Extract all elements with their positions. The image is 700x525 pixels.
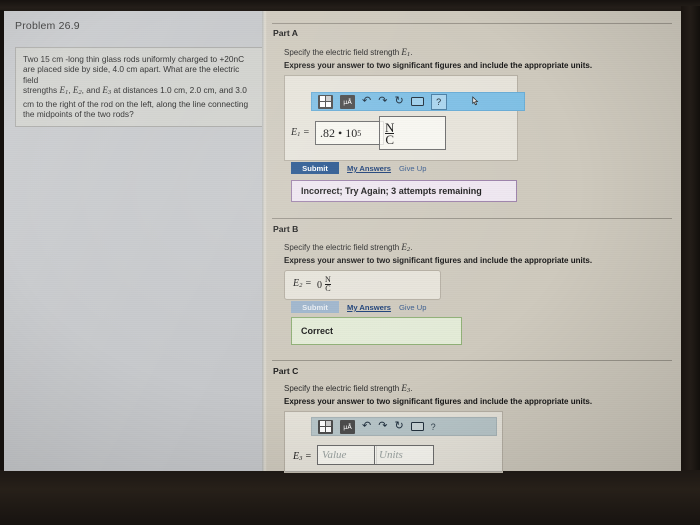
keyboard-icon[interactable] <box>410 422 424 431</box>
part-c-symbol: E3 <box>401 383 411 394</box>
problem-line-3-suffix: at distances 1.0 cm, 2.0 cm, and 3.0 <box>111 85 247 96</box>
part-a-question: Specify the electric field strength E1. <box>284 47 412 58</box>
part-a-give-up-link[interactable]: Give Up <box>399 164 426 173</box>
part-c-heading: Part C <box>273 366 299 376</box>
symbol-e3: E3 <box>102 85 112 97</box>
part-b-heading: Part B <box>273 224 299 234</box>
monitor-bezel-bottom <box>0 470 700 525</box>
part-c-value-input[interactable]: Value <box>317 445 377 465</box>
help-button[interactable]: ? <box>430 93 447 110</box>
part-c-toolbar[interactable]: μÅ ↶ ↷ ↻ ? <box>311 417 497 436</box>
problem-line-1: Two 15 cm -long thin glass rods uniforml… <box>23 54 245 64</box>
part-a-value-text: .82 • 10 <box>320 125 358 140</box>
part-a-question-text: Specify the electric field strength <box>284 48 402 57</box>
problem-sidebar: Problem 26.9 Two 15 cm -long thin glass … <box>4 11 264 471</box>
divider-part-b <box>272 218 672 219</box>
page-title: Problem 26.9 <box>15 20 80 32</box>
part-b-answer-label: E2 = <box>293 278 312 289</box>
part-b-submit-button: Submit <box>291 301 339 313</box>
part-a-symbol: E1 <box>401 47 411 58</box>
units-icon[interactable]: μÅ <box>340 94 355 109</box>
part-b-instruction: Express your answer to two significant f… <box>284 256 593 265</box>
part-a-my-answers-link[interactable]: My Answers <box>347 164 391 173</box>
redo-arrow-icon[interactable]: ↷ <box>378 96 387 107</box>
part-a-units-fraction: N C <box>385 119 395 147</box>
undo-arrow-icon[interactable]: ↶ <box>362 421 371 432</box>
part-a-heading: Part A <box>273 28 298 38</box>
part-b-question-period: . <box>410 243 413 252</box>
part-a-instruction: Express your answer to two significant f… <box>284 61 593 70</box>
part-a-question-period: . <box>410 48 413 57</box>
part-b-my-answers-link[interactable]: My Answers <box>347 303 391 312</box>
part-b-question-text: Specify the electric field strength <box>284 243 402 252</box>
part-c-question-text: Specify the electric field strength <box>284 384 402 393</box>
part-c-instruction: Express your answer to two significant f… <box>284 397 593 406</box>
reset-circle-icon[interactable]: ↻ <box>394 421 403 432</box>
problem-line-4: cm to the right of the rod on the left, … <box>23 98 249 109</box>
part-b-units-fraction: N C <box>325 275 331 293</box>
problem-line-2: are placed side by side, 4.0 cm apart. W… <box>23 64 240 85</box>
symbol-e2: E2 <box>72 85 82 97</box>
screen-photo: Problem 26.9 Two 15 cm -long thin glass … <box>0 0 700 525</box>
part-c-units-input[interactable]: Units <box>374 445 434 465</box>
part-a-answer-label: E1 = <box>291 127 310 138</box>
part-b-symbol: E2 <box>401 242 411 253</box>
template-grid-icon[interactable] <box>318 94 333 109</box>
symbol-e1: E1 <box>59 85 69 97</box>
problem-line-5: the midpoints of the two rods? <box>23 109 134 120</box>
problem-line-3-prefix: strengths <box>23 85 60 96</box>
browser-page: Problem 26.9 Two 15 cm -long thin glass … <box>4 11 681 473</box>
part-c-answer-label: E3 = <box>293 451 312 462</box>
help-button[interactable]: ? <box>431 422 436 432</box>
monitor-bezel-right <box>681 6 700 476</box>
keyboard-icon[interactable] <box>410 97 424 106</box>
part-a-value-exponent: 5 <box>357 128 362 138</box>
part-b-feedback-correct: Correct <box>291 317 462 345</box>
undo-arrow-icon[interactable]: ↶ <box>362 96 371 107</box>
part-b-units: N C <box>325 276 331 296</box>
part-a-submit-button[interactable]: Submit <box>291 162 339 174</box>
part-c-value-placeholder: Value <box>322 449 347 461</box>
reset-circle-icon[interactable]: ↻ <box>394 96 403 107</box>
part-b-question: Specify the electric field strength E2. <box>284 242 412 253</box>
part-a-toolbar[interactable]: μÅ ↶ ↷ ↻ ? <box>311 92 525 111</box>
part-a-value-input[interactable]: .82 • 10 5 <box>315 121 384 145</box>
part-c-question-period: . <box>410 384 413 393</box>
units-icon[interactable]: μÅ <box>340 419 355 434</box>
part-c-units-placeholder: Units <box>379 449 403 461</box>
divider-part-c <box>272 360 672 361</box>
parts-column: Part A Specify the electric field streng… <box>267 11 681 473</box>
part-b-value-text: 0 <box>317 280 322 291</box>
template-grid-icon[interactable] <box>318 419 333 434</box>
part-a-units-input[interactable]: N C <box>379 116 446 150</box>
part-b-give-up-link[interactable]: Give Up <box>399 303 426 312</box>
problem-statement-box: Two 15 cm -long thin glass rods uniforml… <box>15 47 264 128</box>
part-c-question: Specify the electric field strength E3. <box>284 383 412 394</box>
part-a-feedback-incorrect: Incorrect; Try Again; 3 attempts remaini… <box>291 180 517 202</box>
divider-part-a <box>272 23 672 24</box>
redo-arrow-icon[interactable]: ↷ <box>378 421 387 432</box>
